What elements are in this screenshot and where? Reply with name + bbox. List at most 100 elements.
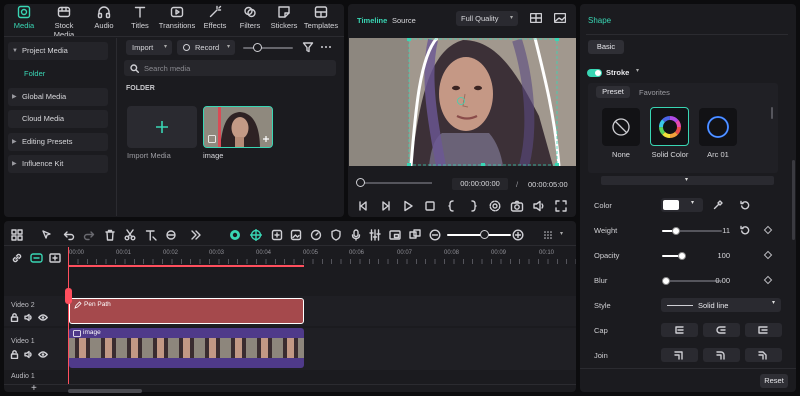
- stop-icon[interactable]: [423, 199, 437, 213]
- subtab-preset[interactable]: Preset: [596, 86, 630, 98]
- replace-clip-icon[interactable]: [409, 229, 421, 241]
- eye-visibility-icon[interactable]: [38, 350, 48, 359]
- presets-scrollbar[interactable]: [771, 107, 773, 119]
- filter-icon[interactable]: [302, 41, 314, 53]
- snapshot-image-icon[interactable]: [554, 13, 566, 23]
- current-time[interactable]: 00:00:00:00: [452, 178, 508, 190]
- shield-mask-icon[interactable]: [330, 229, 342, 241]
- split-scissors-icon[interactable]: [124, 229, 136, 241]
- delete-icon[interactable]: [104, 229, 116, 241]
- eye-visibility-icon[interactable]: [38, 313, 48, 322]
- subtab-favorites[interactable]: Favorites: [639, 88, 670, 97]
- video-viewer[interactable]: [349, 38, 576, 166]
- more-tools-chevron-icon[interactable]: [190, 229, 202, 241]
- picture-in-picture-icon[interactable]: [389, 229, 401, 241]
- tab-audio[interactable]: Audio: [84, 3, 124, 33]
- layout-grid-icon[interactable]: [11, 229, 23, 241]
- cap-round-button[interactable]: [703, 323, 740, 337]
- tab-templates[interactable]: Templates: [300, 3, 342, 33]
- opacity-slider[interactable]: [662, 251, 686, 261]
- grid-view-icon[interactable]: [530, 13, 542, 23]
- weight-value[interactable]: 11: [706, 226, 730, 235]
- scrubber-handle[interactable]: [356, 178, 365, 187]
- tab-stickers[interactable]: Stickers: [264, 3, 304, 33]
- import-button[interactable]: Import ▾: [126, 40, 172, 55]
- sidebar-item-influence-kit[interactable]: ▶ Influence Kit: [8, 155, 108, 173]
- mute-speaker-icon[interactable]: [24, 313, 33, 322]
- add-to-timeline-icon[interactable]: [262, 135, 270, 143]
- tab-timeline[interactable]: Timeline: [357, 16, 387, 25]
- reset-button[interactable]: Reset: [760, 374, 788, 388]
- image-media-card[interactable]: [203, 106, 273, 148]
- add-track-icon[interactable]: [49, 252, 61, 264]
- sidebar-item-folder[interactable]: Folder: [8, 65, 108, 83]
- previous-frame-icon[interactable]: [357, 199, 371, 213]
- crop-tool-icon[interactable]: [165, 229, 177, 241]
- style-select[interactable]: Solid line ▾: [661, 298, 781, 312]
- expand-presets-button[interactable]: ▾: [601, 176, 774, 185]
- preset-none[interactable]: [602, 108, 640, 146]
- more-options-icon[interactable]: [320, 41, 332, 53]
- image-edit-icon[interactable]: [290, 229, 302, 241]
- sidebar-item-project-media[interactable]: ▼ Project Media: [8, 42, 108, 60]
- tab-transitions[interactable]: Transitions: [157, 3, 197, 33]
- caret-down-icon[interactable]: ▾: [636, 67, 639, 74]
- chevron-down-icon[interactable]: ▾: [560, 230, 563, 237]
- zoom-slider-handle[interactable]: [480, 230, 489, 239]
- record-button[interactable]: Record ▾: [177, 40, 235, 55]
- zoom-out-icon[interactable]: [429, 229, 441, 241]
- reset-weight-icon[interactable]: [740, 225, 750, 235]
- lock-icon[interactable]: [10, 313, 19, 322]
- import-media-card[interactable]: [127, 106, 197, 148]
- motion-track-icon[interactable]: [250, 229, 262, 241]
- sidebar-item-cloud-media[interactable]: Cloud Media: [8, 110, 108, 128]
- cap-butt-button[interactable]: [661, 323, 698, 337]
- sidebar-item-global-media[interactable]: ▶ Global Media: [8, 88, 108, 106]
- play-icon[interactable]: [401, 199, 415, 213]
- microphone-icon[interactable]: [350, 229, 362, 241]
- audio-mixer-icon[interactable]: [369, 229, 381, 241]
- volume-icon[interactable]: [532, 199, 546, 213]
- clip-pen-path[interactable]: Pen Path: [69, 298, 304, 324]
- eyedropper-icon[interactable]: [713, 200, 723, 210]
- join-miter-button[interactable]: [661, 348, 698, 362]
- shape-panel-scrollbar[interactable]: [792, 160, 795, 240]
- camera-snapshot-icon[interactable]: [510, 199, 524, 213]
- mark-out-icon[interactable]: [466, 199, 480, 213]
- multi-clip-icon[interactable]: [271, 229, 283, 241]
- preset-solid-color[interactable]: [650, 107, 689, 146]
- link-chain-icon[interactable]: [11, 252, 23, 264]
- stroke-toggle[interactable]: [587, 69, 602, 77]
- search-input[interactable]: Search media: [124, 60, 336, 76]
- clip-image[interactable]: image: [69, 328, 304, 368]
- step-forward-icon[interactable]: [379, 199, 393, 213]
- smart-cutout-icon[interactable]: [229, 229, 241, 241]
- speed-icon[interactable]: [310, 229, 322, 241]
- reset-color-icon[interactable]: [740, 200, 750, 210]
- settings-gear-icon[interactable]: [488, 199, 502, 213]
- text-tool-icon[interactable]: [145, 229, 157, 241]
- playhead-handle[interactable]: [65, 288, 72, 304]
- blur-value[interactable]: 0.00: [702, 276, 730, 285]
- playhead-line[interactable]: [68, 247, 69, 385]
- preview-scrubber[interactable]: [358, 182, 432, 184]
- color-picker[interactable]: ▾: [661, 198, 703, 212]
- sidebar-item-editing-presets[interactable]: ▶ Editing Presets: [8, 133, 108, 151]
- timeline-zoom-slider[interactable]: [447, 234, 511, 236]
- timeline-scrollbar[interactable]: [68, 389, 142, 393]
- mark-in-icon[interactable]: [445, 199, 459, 213]
- quality-select[interactable]: Full Quality ▾: [456, 11, 518, 26]
- thumbnail-size-slider[interactable]: [243, 40, 297, 55]
- redo-icon[interactable]: [83, 229, 95, 241]
- lock-icon[interactable]: [10, 350, 19, 359]
- join-bevel-button[interactable]: [745, 348, 782, 362]
- tab-titles[interactable]: Titles: [120, 3, 160, 33]
- cap-square-button[interactable]: [745, 323, 782, 337]
- tab-stock-media[interactable]: Stock Media: [44, 3, 84, 39]
- tab-source[interactable]: Source: [392, 16, 416, 25]
- timeline-grid-menu-icon[interactable]: [542, 229, 554, 241]
- preset-arc-01[interactable]: [699, 108, 737, 146]
- track-settings-icon[interactable]: [30, 252, 43, 264]
- tab-media[interactable]: Media: [4, 3, 44, 33]
- opacity-value[interactable]: 100: [706, 251, 730, 260]
